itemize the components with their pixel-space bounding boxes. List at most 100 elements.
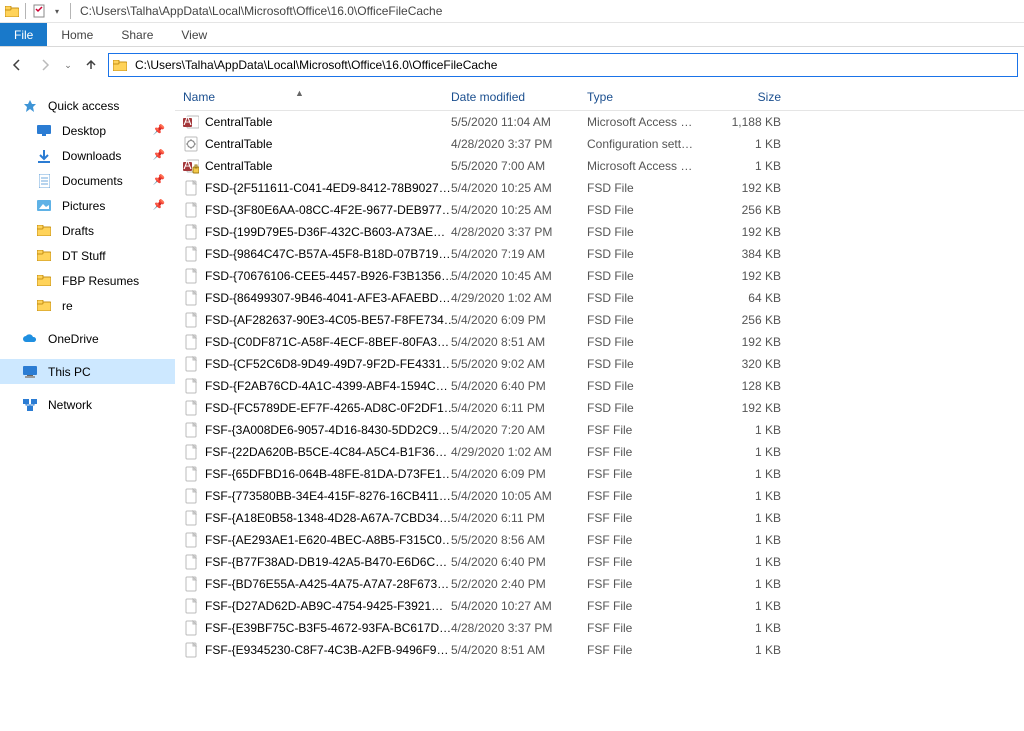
- file-date: 4/29/2020 1:02 AM: [451, 445, 587, 459]
- col-date[interactable]: Date modified: [451, 90, 587, 104]
- tab-file[interactable]: File: [0, 23, 47, 46]
- file-row[interactable]: ACentralTable5/5/2020 7:00 AMMicrosoft A…: [175, 155, 1024, 177]
- file-row[interactable]: FSD-{2F511611-C041-4ED9-8412-78B9027…5/4…: [175, 177, 1024, 199]
- file-size: 1 KB: [711, 445, 791, 459]
- sidebar-label: This PC: [48, 365, 91, 379]
- properties-icon[interactable]: [31, 3, 47, 19]
- file-name: CentralTable: [205, 115, 272, 129]
- file-size: 192 KB: [711, 269, 791, 283]
- file-row[interactable]: FSD-{FC5789DE-EF7F-4265-AD8C-0F2DF1…5/4/…: [175, 397, 1024, 419]
- sidebar-this-pc[interactable]: This PC: [0, 359, 175, 384]
- file-size: 256 KB: [711, 203, 791, 217]
- file-size: 1 KB: [711, 159, 791, 173]
- sidebar-network[interactable]: Network: [0, 392, 175, 417]
- file-size: 128 KB: [711, 379, 791, 393]
- file-row[interactable]: FSF-{D27AD62D-AB9C-4754-9425-F3921…5/4/2…: [175, 595, 1024, 617]
- file-name: FSF-{65DFBD16-064B-48FE-81DA-D73FE1…: [205, 467, 451, 481]
- file-date: 4/29/2020 1:02 AM: [451, 291, 587, 305]
- file-row[interactable]: FSF-{3A008DE6-9057-4D16-8430-5DD2C9…5/4/…: [175, 419, 1024, 441]
- file-row[interactable]: FSD-{F2AB76CD-4A1C-4399-ABF4-1594C…5/4/2…: [175, 375, 1024, 397]
- pin-icon: 📌: [153, 125, 165, 136]
- file-row[interactable]: FSF-{E39BF75C-B3F5-4672-93FA-BC617D…4/28…: [175, 617, 1024, 639]
- file-row[interactable]: FSD-{70676106-CEE5-4457-B926-F3B1356…5/4…: [175, 265, 1024, 287]
- file-type: FSD File: [587, 335, 711, 349]
- svg-text:A: A: [183, 158, 191, 172]
- file-icon: [183, 444, 199, 460]
- file-row[interactable]: FSF-{AE293AE1-E620-4BEC-A8B5-F315C0…5/5/…: [175, 529, 1024, 551]
- address-input[interactable]: [131, 58, 1017, 72]
- file-row[interactable]: FSF-{A18E0B58-1348-4D28-A67A-7CBD34…5/4/…: [175, 507, 1024, 529]
- col-size[interactable]: Size: [711, 90, 791, 104]
- file-name: FSD-{F2AB76CD-4A1C-4399-ABF4-1594C…: [205, 379, 448, 393]
- file-name: FSF-{E9345230-C8F7-4C3B-A2FB-9496F9…: [205, 643, 448, 657]
- file-date: 5/4/2020 7:19 AM: [451, 247, 587, 261]
- back-button[interactable]: [6, 54, 28, 76]
- file-size: 1 KB: [711, 599, 791, 613]
- file-row[interactable]: FSD-{199D79E5-D36F-432C-B603-A73AE…4/28/…: [175, 221, 1024, 243]
- col-name[interactable]: Name▲: [175, 90, 451, 104]
- file-row[interactable]: FSF-{BD76E55A-A425-4A75-A7A7-28F673…5/2/…: [175, 573, 1024, 595]
- file-row[interactable]: FSF-{B77F38AD-DB19-42A5-B470-E6D6C…5/4/2…: [175, 551, 1024, 573]
- qat-dropdown-icon[interactable]: ▾: [49, 3, 65, 19]
- file-row[interactable]: FSD-{CF52C6D8-9D49-49D7-9F2D-FE4331…5/5/…: [175, 353, 1024, 375]
- file-icon: [183, 554, 199, 570]
- file-name: FSF-{BD76E55A-A425-4A75-A7A7-28F673…: [205, 577, 449, 591]
- sidebar-quick-access[interactable]: Quick access: [0, 93, 175, 118]
- cloud-icon: [22, 334, 38, 344]
- up-button[interactable]: [80, 54, 102, 76]
- file-size: 1 KB: [711, 489, 791, 503]
- file-row[interactable]: ACentralTable5/5/2020 11:04 AMMicrosoft …: [175, 111, 1024, 133]
- sidebar-label: Desktop: [62, 124, 106, 138]
- sidebar-fbp-resumes[interactable]: FBP Resumes: [0, 268, 175, 293]
- tab-share[interactable]: Share: [107, 23, 167, 46]
- sidebar-pictures[interactable]: Pictures 📌: [0, 193, 175, 218]
- tab-view[interactable]: View: [167, 23, 221, 46]
- file-row[interactable]: FSD-{3F80E6AA-08CC-4F2E-9677-DEB977…5/4/…: [175, 199, 1024, 221]
- file-icon: [183, 642, 199, 658]
- col-type[interactable]: Type: [587, 90, 711, 104]
- address-bar[interactable]: [108, 53, 1018, 77]
- file-icon: [183, 268, 199, 284]
- file-date: 5/4/2020 10:05 AM: [451, 489, 587, 503]
- sidebar-documents[interactable]: Documents 📌: [0, 168, 175, 193]
- file-date: 5/4/2020 10:25 AM: [451, 181, 587, 195]
- file-name: FSD-{199D79E5-D36F-432C-B603-A73AE…: [205, 225, 445, 239]
- file-row[interactable]: FSD-{9864C47C-B57A-45F8-B18D-07B719…5/4/…: [175, 243, 1024, 265]
- forward-button[interactable]: [34, 54, 56, 76]
- sidebar-dt-stuff[interactable]: DT Stuff: [0, 243, 175, 268]
- file-row[interactable]: FSD-{AF282637-90E3-4C05-BE57-F8FE734…5/4…: [175, 309, 1024, 331]
- sidebar-label: Quick access: [48, 99, 119, 113]
- sidebar-downloads[interactable]: Downloads 📌: [0, 143, 175, 168]
- file-type: FSD File: [587, 401, 711, 415]
- file-name: FSF-{A18E0B58-1348-4D28-A67A-7CBD34…: [205, 511, 451, 525]
- file-icon: [183, 400, 199, 416]
- file-size: 384 KB: [711, 247, 791, 261]
- desktop-icon: [36, 125, 52, 136]
- folder-icon: [36, 250, 52, 261]
- file-row[interactable]: CentralTable4/28/2020 3:37 PMConfigurati…: [175, 133, 1024, 155]
- sidebar-desktop[interactable]: Desktop 📌: [0, 118, 175, 143]
- file-type: FSF File: [587, 555, 711, 569]
- file-name: FSF-{773580BB-34E4-415F-8276-16CB411…: [205, 489, 451, 503]
- file-date: 4/28/2020 3:37 PM: [451, 137, 587, 151]
- file-type: FSF File: [587, 533, 711, 547]
- file-type: FSD File: [587, 379, 711, 393]
- recent-dropdown-icon[interactable]: ⌄: [62, 54, 74, 76]
- sidebar-drafts[interactable]: Drafts: [0, 218, 175, 243]
- file-row[interactable]: FSD-{86499307-9B46-4041-AFE3-AFAEBD…4/29…: [175, 287, 1024, 309]
- file-icon: [183, 488, 199, 504]
- file-row[interactable]: FSF-{65DFBD16-064B-48FE-81DA-D73FE1…5/4/…: [175, 463, 1024, 485]
- file-row[interactable]: FSF-{E9345230-C8F7-4C3B-A2FB-9496F9…5/4/…: [175, 639, 1024, 661]
- separator: [25, 3, 26, 19]
- tab-home[interactable]: Home: [47, 23, 107, 46]
- svg-text:A: A: [183, 114, 191, 128]
- sidebar-re[interactable]: re: [0, 293, 175, 318]
- navbar: ⌄: [0, 47, 1024, 83]
- file-size: 256 KB: [711, 313, 791, 327]
- file-row[interactable]: FSF-{773580BB-34E4-415F-8276-16CB411…5/4…: [175, 485, 1024, 507]
- file-name: FSF-{3A008DE6-9057-4D16-8430-5DD2C9…: [205, 423, 450, 437]
- file-row[interactable]: FSD-{C0DF871C-A58F-4ECF-8BEF-80FA3…5/4/2…: [175, 331, 1024, 353]
- file-name: FSD-{AF282637-90E3-4C05-BE57-F8FE734…: [205, 313, 451, 327]
- file-row[interactable]: FSF-{22DA620B-B5CE-4C84-A5C4-B1F36…4/29/…: [175, 441, 1024, 463]
- sidebar-onedrive[interactable]: OneDrive: [0, 326, 175, 351]
